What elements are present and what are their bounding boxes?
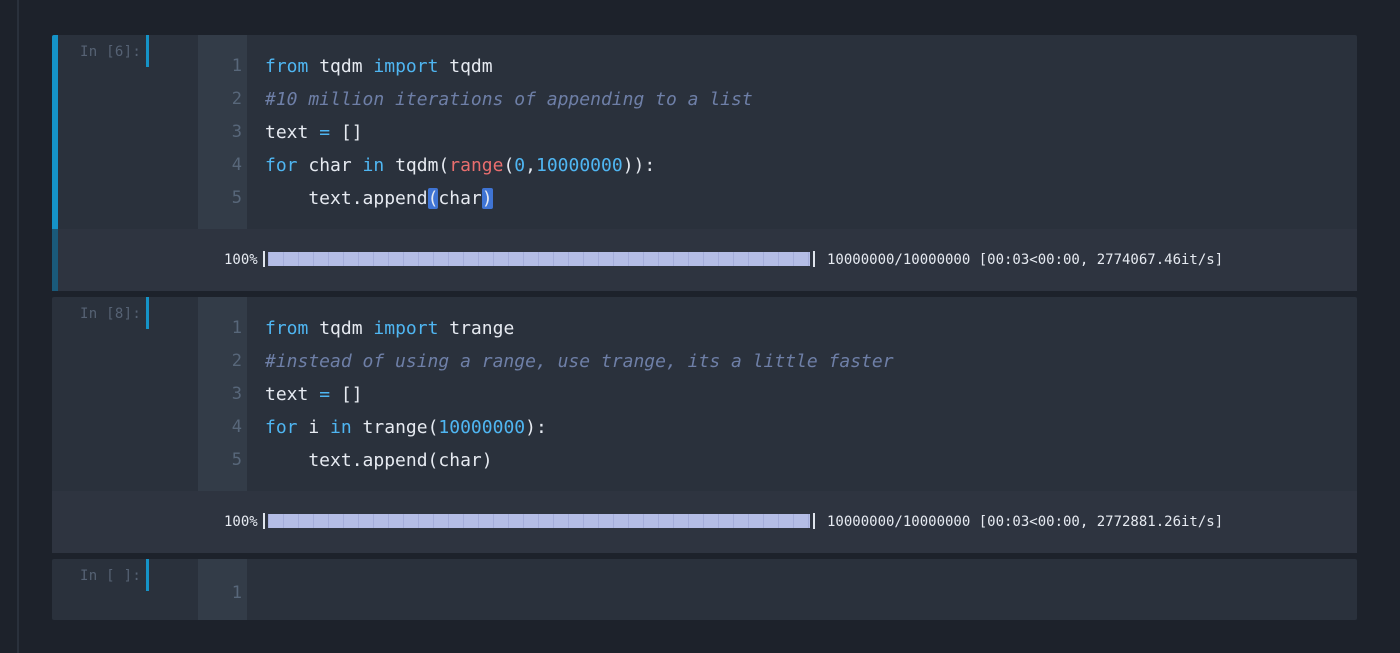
output-marker [52,229,58,291]
code-token: for [265,155,298,176]
prompt-marker [146,35,149,67]
cell-input[interactable]: In [8]: 1 2 3 4 5 from tqdm import trange #in… [52,297,1357,491]
code-token: trange( [351,417,439,438]
code-token: char [297,155,363,176]
line-number: 4 [231,155,242,175]
code-token: 10000000 [535,155,623,176]
code-token: import [373,318,439,339]
code-token: char [438,188,482,209]
code-token: #10 million iterations of appending to a… [265,89,753,110]
line-number: 5 [231,188,242,208]
code-token: #instead of using a range, use trange, i… [265,351,894,372]
line-number: 3 [231,384,242,404]
code-token: trange [438,318,515,339]
output-area: 100% 10000000/10000000 [00:03<00:00, 277… [52,229,1357,291]
line-number: 4 [231,417,242,437]
line-number-gutter: 1 2 3 4 5 [198,35,247,229]
code-token: ): [525,417,547,438]
code-token: tqdm [308,56,374,77]
code-token: for [265,417,298,438]
code-token: in [330,417,352,438]
progress-percent: 100% [224,514,258,530]
code-token: from [265,318,309,339]
code-token: text.append(char) [265,450,493,471]
line-number: 5 [231,450,242,470]
code-token: , [525,155,536,176]
input-prompt: In [ ]: [80,568,142,584]
code-line: #10 million iterations of appending to a… [265,83,753,116]
code-token: [] [330,384,363,405]
code-token: )): [622,155,656,176]
line-number: 3 [231,122,242,142]
code-token: from [265,56,309,77]
code-token: [] [330,122,363,143]
code-token: 10000000 [438,417,526,438]
code-token: text [265,122,320,143]
line-number-gutter: 1 2 3 4 5 [198,297,247,491]
code-token: ) [481,188,493,209]
notebook: In [6]: 1 2 3 4 5 from tqdm import tqdm #10 m… [0,0,1400,653]
cell-input[interactable]: In [6]: 1 2 3 4 5 from tqdm import tqdm #10 m… [58,35,1357,229]
code-line: for i in trange(10000000): [265,411,547,444]
progress-stats: 10000000/10000000 [00:03<00:00, 2772881.… [827,514,1224,530]
code-cell-1[interactable]: In [6]: 1 2 3 4 5 from tqdm import tqdm #10 m… [52,35,1357,291]
code-token: tqdm( [384,155,450,176]
code-token: ( [503,155,515,176]
input-prompt: In [8]: [80,306,142,322]
line-number-gutter: 1 [198,559,247,620]
line-number: 1 [231,56,242,76]
progress-percent: 100% [224,252,258,268]
code-token: tqdm [308,318,374,339]
code-token: = [319,122,331,143]
code-token: = [319,384,331,405]
progress-bar-fill [268,252,810,266]
code-line: text = [] [265,116,363,149]
line-number: 1 [231,318,242,338]
code-line: from tqdm import trange [265,312,514,345]
line-number: 2 [231,351,242,371]
prompt-marker [146,297,149,329]
progress-bar-fill [268,514,810,528]
progress-bar [263,251,815,267]
line-number: 2 [231,89,242,109]
code-token: text [265,384,320,405]
code-token: tqdm [438,56,493,77]
code-line: text = [] [265,378,363,411]
code-cell-3[interactable]: In [ ]: 1 [52,559,1357,620]
code-line: text.append(char) [265,182,493,215]
code-line: #instead of using a range, use trange, i… [265,345,894,378]
code-token: text.append [265,188,428,209]
code-cell-2[interactable]: In [8]: 1 2 3 4 5 from tqdm import trange #in… [52,297,1357,553]
code-token: range [449,155,504,176]
code-token: i [297,417,331,438]
output-area: 100% 10000000/10000000 [00:03<00:00, 277… [52,491,1357,553]
code-line: from tqdm import tqdm [265,50,493,83]
prompt-marker [146,559,149,591]
code-token: in [362,155,385,176]
code-line: for char in tqdm(range(0,10000000)): [265,149,655,182]
input-prompt: In [6]: [80,44,142,60]
cell-input[interactable]: In [ ]: 1 [52,559,1357,620]
code-token: import [373,56,439,77]
code-token: 0 [514,155,526,176]
line-number: 1 [231,583,242,603]
progress-stats: 10000000/10000000 [00:03<00:00, 2774067.… [827,252,1224,268]
code-line: text.append(char) [265,444,493,477]
code-token: ( [427,188,439,209]
progress-bar [263,513,815,529]
notebook-left-rule [17,0,19,653]
